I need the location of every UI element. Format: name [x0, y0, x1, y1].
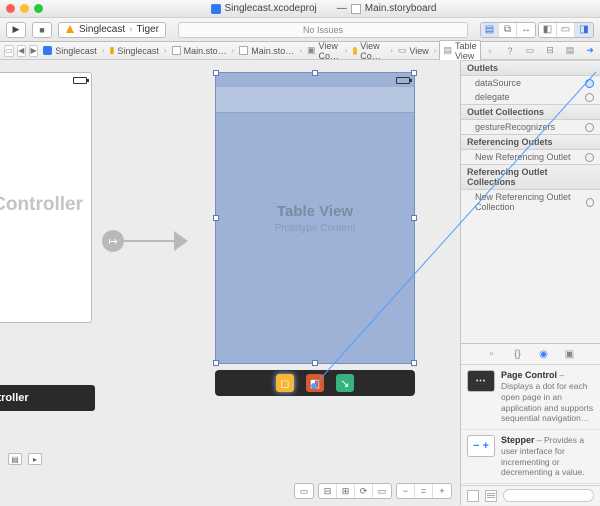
code-snippet-library-icon[interactable]: {}	[512, 348, 524, 360]
form-factor-toggle[interactable]: ▭	[294, 483, 314, 499]
outlet-connector-icon[interactable]	[585, 123, 594, 132]
attributes-inspector-icon[interactable]: ⊟	[544, 45, 556, 57]
auto-layout-tools[interactable]: ⊟ ⊞ ⟳ ▭	[318, 483, 392, 499]
outlet-datasource-row[interactable]: dataSource	[461, 76, 600, 90]
zoom-controls[interactable]: − = +	[396, 483, 452, 499]
zoom-in-button[interactable]: +	[433, 484, 451, 498]
exit-proxy-icon[interactable]: ↘	[336, 374, 354, 392]
canvas-bottom-tools: ▭ ⊟ ⊞ ⟳ ▭ − = +	[294, 483, 452, 499]
align-button[interactable]: ⊟	[319, 484, 337, 498]
crumb-view[interactable]: ▭View	[396, 45, 431, 56]
inspector-panel: Outlets dataSource delegate Outlet Colle…	[460, 60, 600, 505]
library-panel: ▫ {} ◉ ▣ ••• Page Control – Displays a d…	[461, 343, 600, 505]
standard-editor-icon[interactable]: ▤	[481, 23, 499, 37]
first-responder-proxy-icon[interactable]: ◧	[306, 374, 324, 392]
outlet-connector-icon[interactable]	[585, 93, 594, 102]
quick-help-icon[interactable]: ?	[504, 45, 516, 57]
crumb-folder[interactable]: ▮Singlecast	[107, 45, 160, 56]
outline-toggle-button[interactable]: ▤	[8, 453, 22, 465]
crumb-tableview[interactable]: ▤Table View	[439, 40, 481, 62]
library-item-page-control[interactable]: ••• Page Control – Displays a dot for ea…	[461, 365, 600, 430]
outlet-collections-header: Outlet Collections	[461, 104, 600, 120]
stepper-icon: − +	[467, 435, 495, 457]
minimize-window-button[interactable]	[20, 4, 29, 13]
back-button[interactable]: ◀	[17, 45, 26, 57]
library-view-mode-icon[interactable]	[467, 490, 479, 502]
outlets-header: Outlets	[461, 60, 600, 76]
resizing-button[interactable]: ▭	[373, 484, 391, 498]
zoom-actual-button[interactable]: =	[415, 484, 433, 498]
jump-bar: ▭ ◀ ▶ Singlecast› ▮Singlecast› Main.sto……	[0, 42, 600, 60]
segue-arrow[interactable]: ↦	[102, 230, 188, 252]
toggle-navigator-icon[interactable]: ◧	[539, 23, 557, 37]
crumb-storyboard-2[interactable]: Main.sto…	[237, 46, 296, 56]
panel-visibility-segmented[interactable]: ◧ ▭ ◨	[538, 22, 594, 38]
close-window-button[interactable]	[6, 4, 15, 13]
crumb-project[interactable]: Singlecast	[41, 46, 99, 56]
segue-icon: ↦	[102, 230, 124, 252]
outline-expand-button[interactable]: ▸	[28, 453, 42, 465]
battery-icon	[73, 77, 87, 84]
library-filter-input[interactable]	[503, 489, 594, 502]
file-inspector-icon[interactable]: ▫	[484, 45, 496, 57]
library-view-mode-list-icon[interactable]	[485, 490, 497, 502]
left-view-controller-scene[interactable]: n Controller n Controller	[0, 72, 95, 411]
window-title-project: Singlecast.xcodeproj	[211, 3, 317, 14]
scene-dock: ◻ ◧ ↘	[215, 370, 415, 396]
zoom-out-button[interactable]: −	[397, 484, 415, 498]
forward-button[interactable]: ▶	[29, 45, 38, 57]
left-scene-dock-label: n Controller	[0, 385, 95, 411]
crumb-viewcontroller[interactable]: View Co…	[351, 41, 388, 61]
assistant-editor-icon[interactable]: ⧉	[499, 23, 517, 37]
toolbar: ▶ ■ Singlecast › Tiger No Issues ▤ ⧉ ↔ ◧…	[0, 18, 600, 42]
run-button[interactable]: ▶	[6, 22, 26, 38]
file-template-library-icon[interactable]: ▫	[486, 348, 498, 360]
editor-mode-segmented[interactable]: ▤ ⧉ ↔	[480, 22, 536, 38]
storyboard-icon	[351, 4, 361, 14]
connections-inspector-icon[interactable]: ➜	[584, 45, 596, 57]
referencing-outlets-header: Referencing Outlets	[461, 134, 600, 150]
selection-handles	[216, 73, 414, 363]
outlet-gesture-row[interactable]: gestureRecognizers	[461, 120, 600, 134]
document-outline-toggle-group: ▤ ▸	[8, 453, 42, 465]
outlet-connector-icon[interactable]	[586, 198, 594, 207]
media-library-icon[interactable]: ▣	[564, 348, 576, 360]
crumb-storyboard[interactable]: Main.sto…	[170, 46, 229, 56]
scheme-app-icon	[65, 25, 75, 35]
window-titlebar: Singlecast.xcodeproj — Main.storyboard	[0, 0, 600, 18]
size-inspector-icon[interactable]: ▤	[564, 45, 576, 57]
outlet-connector-icon[interactable]	[585, 153, 594, 162]
new-referencing-outlet-row[interactable]: New Referencing Outlet	[461, 150, 600, 164]
pin-button[interactable]: ⊞	[337, 484, 355, 498]
referencing-outlet-collections-header: Referencing Outlet Collections	[461, 164, 600, 190]
stop-button[interactable]: ■	[32, 22, 52, 38]
view-controller-proxy-icon[interactable]: ◻	[276, 374, 294, 392]
resolve-issues-button[interactable]: ⟳	[355, 484, 373, 498]
version-editor-icon[interactable]: ↔	[517, 23, 535, 37]
activity-status: No Issues	[178, 22, 468, 38]
outlet-delegate-row[interactable]: delegate	[461, 90, 600, 104]
page-control-icon: •••	[467, 370, 495, 392]
project-icon	[211, 4, 221, 14]
related-items-button[interactable]: ▭	[4, 45, 14, 57]
crumb-scene[interactable]: ▣View Co…	[305, 41, 342, 61]
interface-builder-canvas[interactable]: n Controller n Controller ↦ Table View P…	[0, 60, 460, 505]
left-view-controller-frame[interactable]: n Controller	[0, 72, 92, 323]
identity-inspector-icon[interactable]: ▭	[524, 45, 536, 57]
toggle-inspector-icon[interactable]: ◨	[575, 23, 593, 37]
zoom-window-button[interactable]	[34, 4, 43, 13]
table-view[interactable]: Table View Prototype Content	[215, 72, 415, 364]
tableview-scene[interactable]: Table View Prototype Content ◻ ◧ ↘	[215, 72, 415, 396]
toggle-debug-icon[interactable]: ▭	[557, 23, 575, 37]
window-title-document: — Main.storyboard	[337, 3, 437, 14]
scheme-selector[interactable]: Singlecast › Tiger	[58, 22, 166, 38]
left-controller-placeholder-label: n Controller	[0, 194, 83, 216]
object-library-icon[interactable]: ◉	[538, 348, 550, 360]
outlet-connector-icon[interactable]	[585, 79, 594, 88]
library-item-stepper[interactable]: − + Stepper – Provides a user interface …	[461, 430, 600, 484]
new-referencing-outlet-collection-row[interactable]: New Referencing Outlet Collection	[461, 190, 600, 214]
